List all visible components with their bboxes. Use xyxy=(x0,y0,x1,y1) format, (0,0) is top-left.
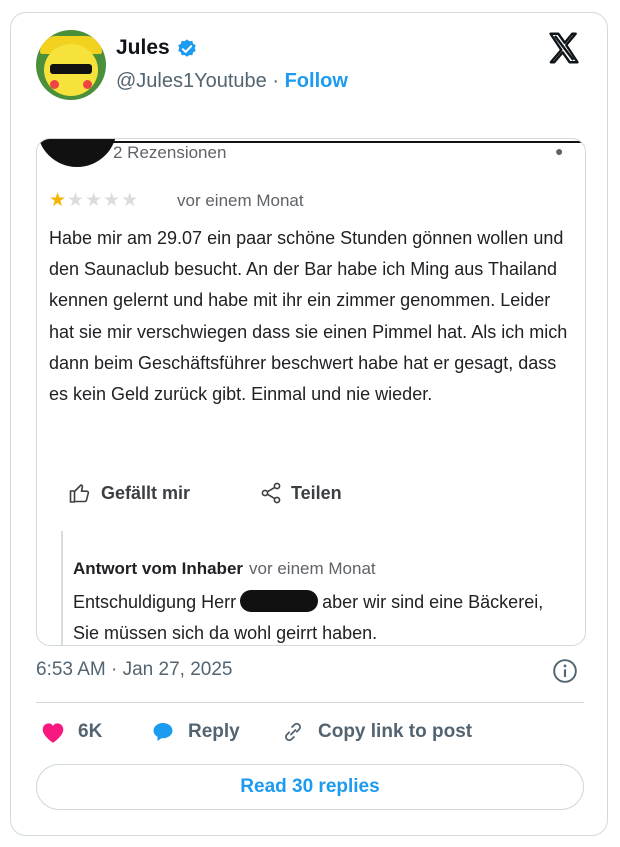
x-logo-icon[interactable] xyxy=(546,30,582,66)
thumbs-up-icon xyxy=(69,484,90,503)
share-icon xyxy=(261,482,281,504)
info-icon[interactable] xyxy=(552,658,578,684)
owner-reply-label: Antwort vom Inhaber xyxy=(73,559,244,578)
read-replies-button[interactable]: Read 30 replies xyxy=(36,764,584,810)
owner-reply-text: Entschuldigung Herr aber wir sind eine Bä… xyxy=(73,587,573,645)
redacted-avatar xyxy=(37,139,117,167)
star-icon: ★ xyxy=(67,190,86,211)
share-review-label: Teilen xyxy=(291,482,342,503)
owner-reply-time: vor einem Monat xyxy=(249,559,376,578)
review-count: 2 Rezensionen xyxy=(113,143,227,162)
author-name[interactable]: Jules xyxy=(116,36,170,60)
copy-link-label: Copy link to post xyxy=(318,721,473,742)
like-review-action: Gefällt mir xyxy=(67,481,190,505)
author-handle-row: @Jules1Youtube · Follow xyxy=(116,70,348,93)
like-button[interactable]: 6K xyxy=(40,720,102,744)
star-icon: ★ xyxy=(85,190,104,211)
review-time: vor einem Monat xyxy=(177,191,304,210)
star-icon: ★ xyxy=(103,190,122,211)
author-handle[interactable]: @Jules1Youtube xyxy=(116,70,267,92)
review-text: Habe mir am 29.07 ein paar schöne Stunde… xyxy=(49,228,568,405)
owner-reply-header: Antwort vom Inhaber vor einem Monat xyxy=(73,559,376,579)
like-count: 6K xyxy=(78,721,103,742)
owner-reply-indent-line xyxy=(61,531,63,645)
avatar[interactable] xyxy=(36,30,106,100)
copy-link-button[interactable]: Copy link to post xyxy=(280,720,472,744)
post-timestamp[interactable]: 6:53 AM · Jan 27, 2025 xyxy=(36,659,232,681)
star-icon: ★ xyxy=(49,190,68,211)
star-icon: ★ xyxy=(121,190,140,211)
link-icon xyxy=(285,722,301,742)
follow-button[interactable]: Follow xyxy=(285,70,348,92)
like-review-label: Gefällt mir xyxy=(101,482,191,503)
avatar-cheek-left xyxy=(50,80,59,89)
share-review-action: Teilen xyxy=(259,481,342,505)
more-options-icon: ● xyxy=(555,143,564,159)
avatar-cheek-right xyxy=(83,80,92,89)
reply-label: Reply xyxy=(188,721,240,742)
verified-badge-icon xyxy=(178,39,196,57)
avatar-sunglasses xyxy=(50,64,92,74)
heart-icon xyxy=(42,723,64,743)
star-rating: ★★★★★ xyxy=(49,189,139,212)
reply-bubble-icon xyxy=(153,723,173,741)
divider xyxy=(36,702,584,703)
reply-button[interactable]: Reply xyxy=(150,720,240,744)
owner-reply-text-start: Entschuldigung Herr xyxy=(73,592,237,612)
embedded-review-screenshot: 2 Rezensionen ● ★★★★★ vor einem Monat Ha… xyxy=(36,138,586,646)
handle-separator: · xyxy=(266,70,285,92)
redacted-name xyxy=(240,590,319,612)
